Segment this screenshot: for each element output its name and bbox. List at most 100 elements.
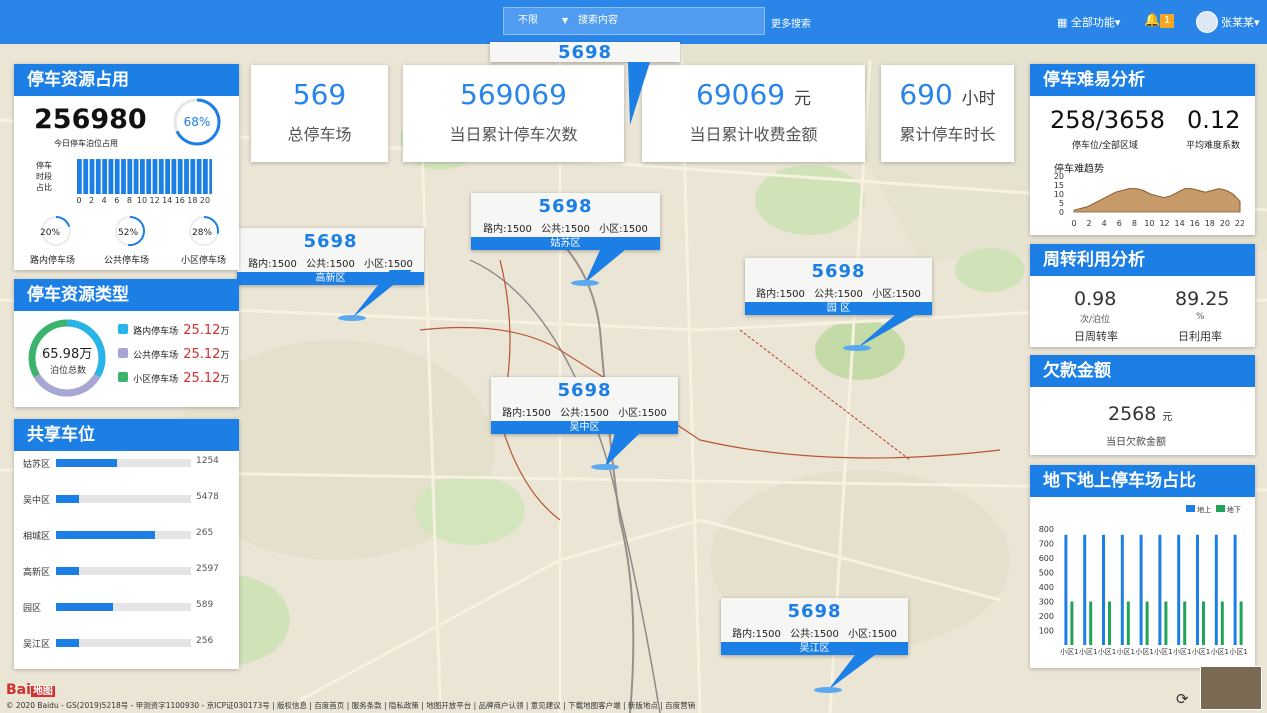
hourly-tick: 12 [150,196,160,204]
hourly-bar [177,159,183,194]
hourly-tick: 18 [187,196,197,204]
hourly-bar [133,159,139,194]
ground-ytick: 100 [1039,627,1054,636]
shared-bar-fill [56,603,113,611]
shared-row[interactable]: 高新区 2597 [14,564,239,579]
hourly-tick: 10 [137,196,147,204]
ground-ytick: 400 [1039,583,1054,592]
panel-title: 共享车位 [14,419,239,451]
bubble-pointer [352,270,412,318]
chart-legend: 地上 地下 [1186,505,1241,515]
hourly-bar [102,159,107,194]
map-copyright[interactable]: © 2020 Baidu - GS(2019)5218号 - 甲测资字11009… [6,700,695,711]
bar-above [1064,534,1068,645]
donut-total: 65.98万 [42,347,93,362]
panel-title: 停车资源占用 [14,64,239,96]
shared-row[interactable]: 园区 589 [14,600,239,615]
trend-xtick: 2 [1087,219,1092,228]
debt-value: 2568 [1108,403,1157,425]
ground-ytick: 600 [1039,554,1054,563]
hourly-bar [184,159,189,194]
shared-value: 1254 [196,456,219,466]
shared-bar-fill [56,639,79,647]
panorama-thumbnail[interactable] [1200,666,1262,710]
shared-value: 2597 [196,564,219,574]
shared-bar-fill [56,495,79,503]
underground-ratio-panel: 地下地上停车场占比 地上 地下 800 700 600 500 400 300 200 100… [1030,465,1255,668]
map-marker[interactable] [843,345,871,351]
bar-above [1102,534,1105,645]
bar-below [1239,601,1243,645]
utilization-rate: 89.25 [1175,288,1230,310]
ground-xtick: 小区1 [1060,647,1078,656]
mini-ring-community: 28% [189,216,219,246]
legend-name: 小区停车场 [133,375,179,385]
map-marker[interactable] [591,464,619,470]
turnover-rate-unit: 次/泊位 [1080,315,1111,325]
bar-above [1233,534,1237,645]
shared-bar-fill [56,567,79,575]
shared-row[interactable]: 吴中区 5478 [14,492,239,507]
bar-below [1220,601,1224,645]
trend-ytick: 15 [1054,181,1064,190]
legend-swatch-below [1215,505,1225,512]
hourly-bar-chart: 0246810121416182022 [76,159,212,204]
ground-ytick: 300 [1039,598,1054,607]
map-marker[interactable] [338,315,366,321]
shared-value: 589 [196,600,214,610]
debt-amount: 2568 元 [1108,403,1172,425]
shared-bar-track [56,603,191,611]
shared-bar-track [56,459,191,467]
trend-xtick: 0 [1071,219,1076,228]
mini-ring-pct: 52% [118,228,138,238]
hourly-bar [140,159,145,194]
difficulty-trend-chart: 201510500 2 4 6 8 10 12 14 16 18 20 22 [1054,172,1244,228]
mini-ring-public: 52% [115,216,145,246]
bubble-pointer [585,250,625,283]
shared-row[interactable]: 相城区 265 [14,528,239,543]
difficulty-panel: 停车难易分析 258/3658 停车位/全部区域 0.12 平均难度系数 停车难… [1030,64,1255,235]
shared-value: 265 [196,528,214,538]
shared-bar-fill [56,531,155,539]
hourly-tick: 8 [127,196,132,204]
trend-xtick: 16 [1190,219,1200,228]
ground-xtick: 小区1 [1154,647,1172,656]
trend-xtick: 8 [1132,219,1137,228]
ground-xtick: 小区1 [1098,647,1116,656]
trend-ytick: 5 [1059,199,1064,208]
trend-xtick: 4 [1102,219,1107,228]
ground-ytick: 200 [1039,612,1054,621]
bar-below [1070,601,1074,645]
shared-row[interactable]: 吴江区 256 [14,636,239,651]
donut-total-label: 泊位总数 [50,366,87,376]
shared-district: 相城区 [23,532,51,542]
trend-xtick: 18 [1205,219,1215,228]
refresh-icon[interactable]: ⟳ [1176,690,1189,708]
shared-bar-track [56,531,191,539]
hourly-bar [114,159,120,194]
ground-ytick: 700 [1039,540,1054,549]
difficulty-ratio-label: 停车位/全部区域 [1072,141,1139,151]
trend-ytick: 20 [1054,172,1064,181]
mini-label-roadside: 路内停车场 [30,256,76,266]
shared-row[interactable]: 姑苏区 1254 [14,456,239,471]
hourly-tick: 14 [162,196,172,204]
map-marker[interactable] [571,280,599,286]
debt-unit: 元 [1162,412,1173,423]
underground-bar-chart: 800700600500400300200100小区1 小区1 小区1 小区1 小区1 小… [1039,525,1248,656]
hourly-bar [95,159,101,194]
panel-title: 地下地上停车场占比 [1030,465,1255,497]
legend-swatch [118,348,128,358]
shared-district: 吴江区 [23,640,51,650]
trend-xtick: 12 [1159,219,1169,228]
bar-above [1120,534,1124,645]
difficulty-coef: 0.12 [1187,106,1241,134]
mini-ring-pct: 20% [40,228,60,238]
map-marker[interactable] [814,687,842,693]
hourly-bar [158,159,164,194]
occupancy-value: 256980 [34,104,147,135]
legend-value: 25.12 [183,323,221,338]
shared-value: 256 [196,636,214,646]
shared-district: 高新区 [23,568,51,578]
logo-text-2: 地图 [30,686,55,697]
